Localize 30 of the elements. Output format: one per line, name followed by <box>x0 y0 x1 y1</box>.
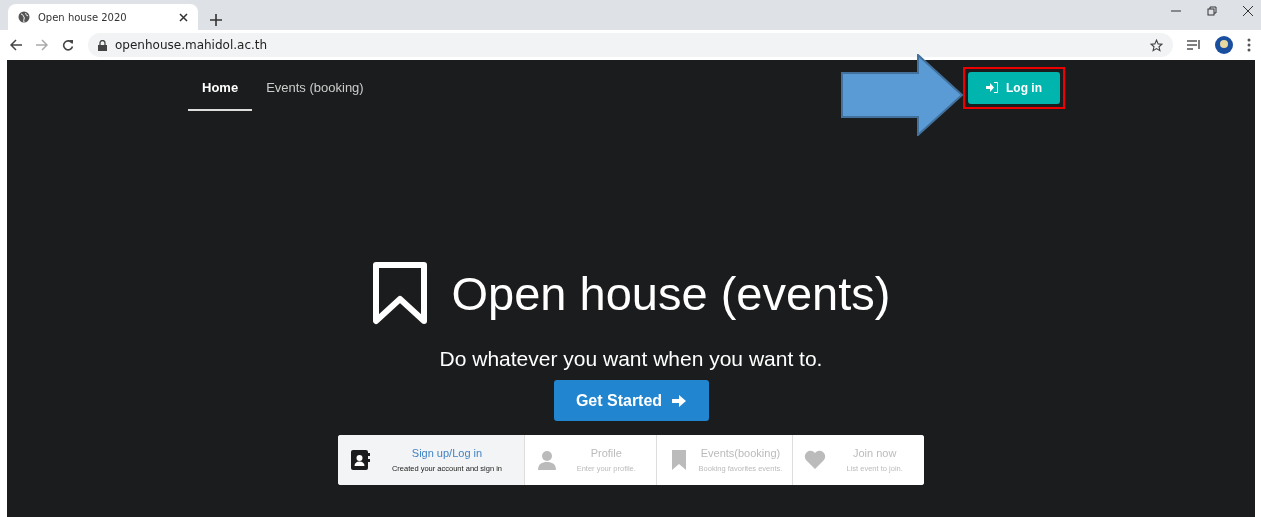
new-tab-icon[interactable] <box>210 14 222 26</box>
nav-tab[interactable]: Home <box>188 64 253 111</box>
playlist-icon[interactable] <box>1187 39 1201 51</box>
arrow-right-icon <box>672 393 687 408</box>
sign-in-icon <box>986 82 998 93</box>
step-title: Profile <box>590 447 622 459</box>
tab-title: Open house 2020 <box>38 11 128 23</box>
address-bar[interactable]: openhouse.mahidol.ac.th <box>88 33 1173 57</box>
reload-icon[interactable] <box>62 39 74 51</box>
menu-icon[interactable] <box>1247 38 1251 52</box>
step-title: Events(booking) <box>700 447 781 459</box>
restore-icon[interactable] <box>1207 6 1217 16</box>
avatar-icon[interactable] <box>1215 36 1233 54</box>
bookmark-icon <box>371 261 428 325</box>
step-title: Sign up/Log in <box>411 447 483 459</box>
star-icon[interactable] <box>1150 38 1163 52</box>
get-started-button[interactable]: Get Started <box>553 380 709 421</box>
close-icon[interactable] <box>179 12 188 22</box>
subtitle: Do whatever you want when you want to. <box>439 347 823 371</box>
page-title: Open house (events) <box>451 265 891 321</box>
nav-tab[interactable]: Events (booking) <box>252 64 378 111</box>
back-icon[interactable] <box>10 39 22 51</box>
url-text: openhouse.mahidol.ac.th <box>115 38 269 52</box>
lock-icon <box>98 39 107 51</box>
close-icon[interactable] <box>1243 6 1253 16</box>
step-icon <box>803 448 828 472</box>
globe-icon <box>18 11 30 23</box>
browser-tab[interactable]: Open house 2020 <box>8 4 198 30</box>
step-icon <box>348 448 372 472</box>
step-title: Join now <box>852 447 897 459</box>
